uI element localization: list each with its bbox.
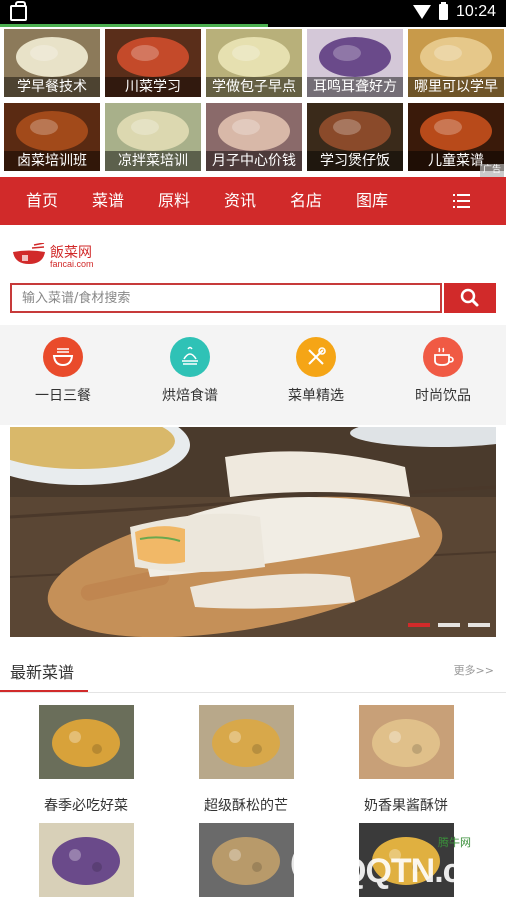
shopping-bag-icon: [10, 1, 27, 21]
category-label: 菜单精选: [288, 388, 344, 404]
ad-tile[interactable]: 学习煲仔饭: [307, 103, 403, 171]
recipe-name: 春季必吃好菜: [44, 798, 128, 814]
nav-item-gallery[interactable]: 图库: [356, 177, 388, 225]
banner-image-spring-rolls: [10, 427, 496, 637]
nav-item-ingredients[interactable]: 原料: [158, 177, 190, 225]
ad-caption: 卤菜培训班: [4, 151, 100, 171]
recipe-card[interactable]: 奶香果酱酥饼: [326, 705, 486, 815]
recipe-card[interactable]: 春季必吃好菜: [6, 705, 166, 815]
main-nav: 首页 菜谱 原料 资讯 名店 图库: [0, 177, 506, 225]
category-three-meals[interactable]: 一日三餐: [13, 337, 113, 405]
wifi-icon: [412, 5, 431, 19]
coffee-cup-icon: [423, 337, 463, 377]
ad-tile[interactable]: 儿童菜谱: [408, 103, 504, 171]
qqtn-watermark: QQTN.com 腾牛网: [288, 832, 506, 894]
noodle-bowl-icon: [43, 337, 83, 377]
ad-caption: 学早餐技术: [4, 77, 100, 97]
ad-tile[interactable]: 学做包子早点: [206, 29, 302, 97]
watermark-text: QQTN.com: [340, 852, 506, 890]
logo-domain: fancai.com: [50, 259, 94, 269]
ad-tile[interactable]: 学早餐技术: [4, 29, 100, 97]
recipe-name: 奶香果酱酥饼: [364, 798, 448, 814]
ad-tile[interactable]: 耳鸣耳聋好方: [307, 29, 403, 97]
recipe-image: [38, 823, 134, 897]
search-icon: [460, 288, 479, 307]
recipe-image: [198, 705, 294, 779]
status-bar: 10:24: [0, 0, 506, 27]
search-box: [10, 283, 442, 313]
utensils-icon: [296, 337, 336, 377]
watermark-brand: 腾牛网: [438, 836, 471, 849]
logo-bowl-icon[interactable]: [12, 243, 46, 265]
ad-caption: 哪里可以学早: [408, 77, 504, 97]
ad-tile[interactable]: 川菜学习: [105, 29, 201, 97]
ad-tile[interactable]: 凉拌菜培训: [105, 103, 201, 171]
category-label: 一日三餐: [35, 388, 91, 404]
ad-caption: 凉拌菜培训: [105, 151, 201, 171]
section-title-underline: [0, 690, 88, 692]
ad-caption: 学做包子早点: [206, 77, 302, 97]
nav-item-home[interactable]: 首页: [26, 177, 58, 225]
header-logo-search: 飯菜网 fancai.com: [0, 225, 506, 325]
ad-mark-badge[interactable]: 广告: [479, 164, 504, 177]
menu-icon[interactable]: [453, 194, 470, 208]
baking-icon: [170, 337, 210, 377]
recipe-card[interactable]: 超级酥松的芒: [166, 705, 326, 815]
ad-caption: 学习煲仔饭: [307, 151, 403, 171]
status-time: 10:24: [455, 3, 496, 20]
battery-icon: [438, 2, 448, 20]
nav-item-famous-shops[interactable]: 名店: [290, 177, 322, 225]
ad-grid: 学早餐技术 川菜学习 学做包子早点 耳鸣耳聋好方 哪里可以学早卤菜培训班 凉拌菜培训 月子中…: [0, 27, 506, 177]
carousel-dot[interactable]: [438, 623, 460, 627]
category-row: 一日三餐 烘焙食谱 菜单精选 时尚饮品: [0, 325, 506, 425]
qqtn-logo-icon: [291, 841, 337, 887]
latest-recipes-header: 最新菜谱 更多>>: [0, 648, 506, 693]
search-input[interactable]: [12, 285, 440, 311]
ad-caption: 川菜学习: [105, 77, 201, 97]
category-label: 烘焙食谱: [162, 388, 218, 404]
category-menu-selection[interactable]: 菜单精选: [266, 337, 366, 405]
ad-tile[interactable]: 卤菜培训班: [4, 103, 100, 171]
recipe-image: [358, 705, 454, 779]
more-link[interactable]: 更多>>: [454, 662, 494, 678]
recipe-image: [38, 705, 134, 779]
nav-item-recipes[interactable]: 菜谱: [92, 177, 124, 225]
section-title: 最新菜谱: [10, 663, 75, 682]
recipe-name: 超级酥松的芒: [204, 798, 288, 814]
ad-caption: 耳鸣耳聋好方: [307, 77, 403, 97]
carousel-dot[interactable]: [408, 623, 430, 627]
search-button[interactable]: [444, 283, 496, 313]
category-label: 时尚饮品: [415, 388, 471, 404]
carousel-dot[interactable]: [468, 623, 490, 627]
nav-item-news[interactable]: 资讯: [224, 177, 256, 225]
banner-carousel[interactable]: [10, 427, 496, 637]
ad-tile[interactable]: 哪里可以学早: [408, 29, 504, 97]
ad-tile[interactable]: 月子中心价钱: [206, 103, 302, 171]
category-trendy-drinks[interactable]: 时尚饮品: [393, 337, 493, 405]
category-baking[interactable]: 烘焙食谱: [140, 337, 240, 405]
ad-caption: 月子中心价钱: [206, 151, 302, 171]
carousel-indicators: [408, 623, 490, 627]
recipe-image: [198, 823, 294, 897]
